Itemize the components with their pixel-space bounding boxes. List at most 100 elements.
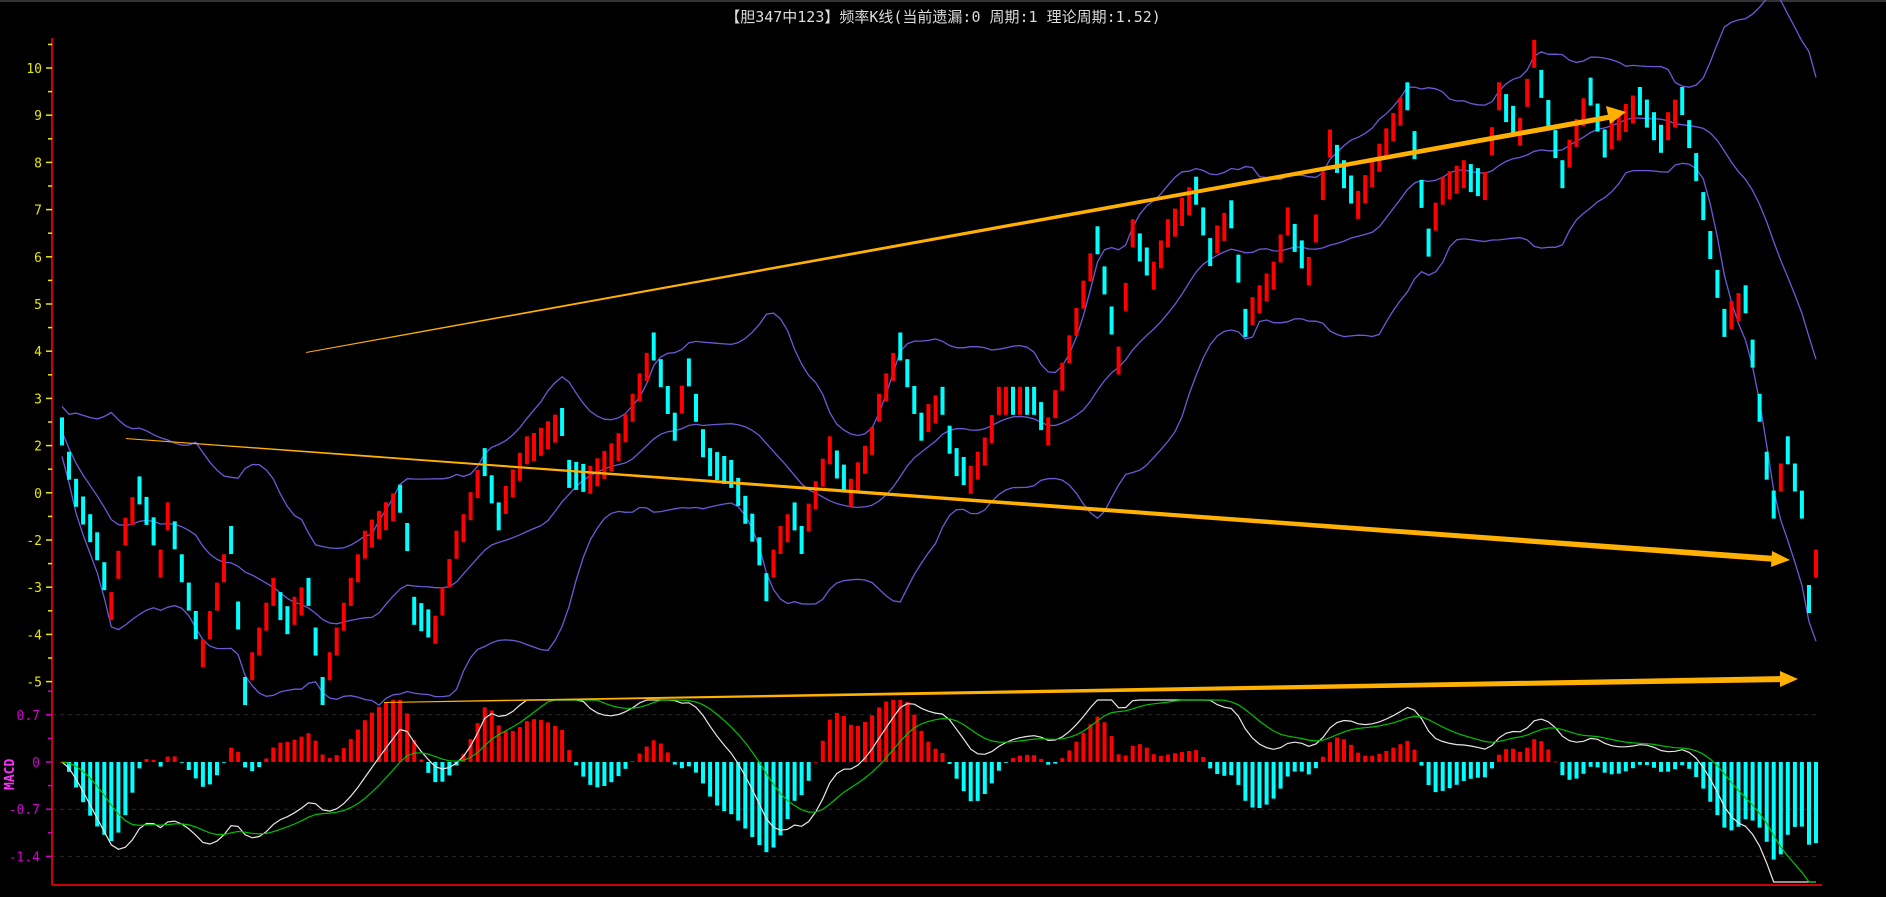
candle-up [588,465,593,494]
macd-histogram-bar [553,725,558,762]
macd-histogram-bar [102,762,107,835]
candle-down [426,609,431,638]
macd-histogram-bar [947,762,952,764]
candle-up [1257,285,1262,314]
macd-histogram-bar [1229,762,1234,776]
macd-histogram-bar [1102,722,1107,762]
macd-histogram-bar [81,762,86,803]
macd-histogram-bar [524,721,529,762]
macd-histogram-bar [806,762,811,781]
candle-up [123,517,128,546]
candle-up [461,514,466,543]
candle-up [475,470,480,499]
candle-down [1553,130,1558,159]
candle-down [1652,112,1656,141]
candle-up [1630,95,1635,124]
candle-down [1588,77,1593,106]
candle-down [940,386,945,415]
macd-histogram-bar [1574,762,1579,779]
macd-histogram-bar [1271,762,1276,799]
y-tick-label: -5 [26,676,42,691]
candle-down [919,412,924,441]
candle-down [306,577,311,606]
candle-up [771,549,776,578]
macd-histogram-bar [1018,755,1022,762]
macd-histogram-bar [1482,762,1487,778]
candle-up [870,426,875,455]
candle-down [496,502,501,531]
y-tick-label: -4 [26,628,42,643]
macd-histogram-bar [820,740,825,762]
macd-histogram-bar [919,730,924,762]
macd-histogram-bar [954,762,959,779]
candle-up [1567,139,1572,168]
macd-histogram-bar [1222,762,1227,776]
candle-up [975,451,980,480]
macd-histogram-bar [369,712,374,762]
macd-histogram-bar [637,753,642,762]
macd-dea-line [61,699,1816,883]
macd-histogram-bar [1419,762,1424,766]
macd-histogram-bar [285,742,290,762]
macd-histogram-bar [1532,739,1537,762]
macd-histogram-bar [560,729,565,762]
macd-histogram-bar [1475,762,1480,778]
candle-up [510,469,515,498]
macd-histogram-bar [715,762,720,806]
candle-down [144,496,149,525]
candle-up [1067,335,1072,364]
candle-up [1285,207,1290,236]
macd-histogram-bar [1743,762,1748,820]
macd-histogram-bar [1659,762,1663,772]
macd-histogram-bar [1447,762,1452,789]
macd-histogram-bar [750,762,755,837]
candle-down [1144,247,1149,276]
macd-histogram-bar [1025,754,1030,762]
macd-histogram-bar [1067,750,1072,762]
candle-up [384,502,388,531]
macd-grid [52,714,1820,857]
macd-histogram-bar [708,762,713,797]
candle-up [1313,214,1318,243]
macd-histogram-bar [588,762,593,785]
macd-histogram-bar [651,740,656,762]
macd-histogram-bar [1137,744,1142,762]
macd-histogram-bar [856,725,860,762]
macd-histogram-bar [1490,762,1494,769]
candle-down [722,456,727,484]
macd-histogram-bar [482,707,487,762]
candle-down [236,601,241,630]
candle-down [961,457,966,485]
macd-histogram-bar [1011,758,1015,762]
macd-histogram-bar [679,762,684,769]
candle-down [482,448,487,477]
candle-up [271,577,276,606]
candle-down [1708,231,1713,259]
macd-histogram-bar [1595,762,1600,768]
candle-up [1673,99,1678,128]
macd-histogram-bar [222,762,226,763]
macd-histogram-bar [384,702,388,762]
macd-histogram-bar [933,748,938,762]
candle-up [447,559,452,587]
macd-histogram-bar [193,762,198,779]
macd-histogram-bar [1046,762,1051,765]
macd-histogram-bar [362,720,367,762]
candle-down [1137,233,1142,262]
trend-arrow-bottom-head [1780,671,1798,687]
candle-up [355,554,360,583]
macd-histogram-bar [1349,744,1354,762]
macd-histogram-bar [1201,757,1206,762]
candle-down [137,476,142,505]
candle-down [567,459,572,488]
macd-histogram-bar [179,762,184,763]
candle-up [292,596,297,625]
macd-histogram-bar [870,715,875,762]
y-tick-label: 10 [26,62,42,77]
macd-histogram-bar [1053,762,1058,764]
macd-histogram-bar [1736,762,1741,827]
candle-up [856,462,860,491]
macd-histogram-bar [912,714,917,762]
candle-down [412,596,417,625]
macd-histogram-bar [1243,762,1248,801]
